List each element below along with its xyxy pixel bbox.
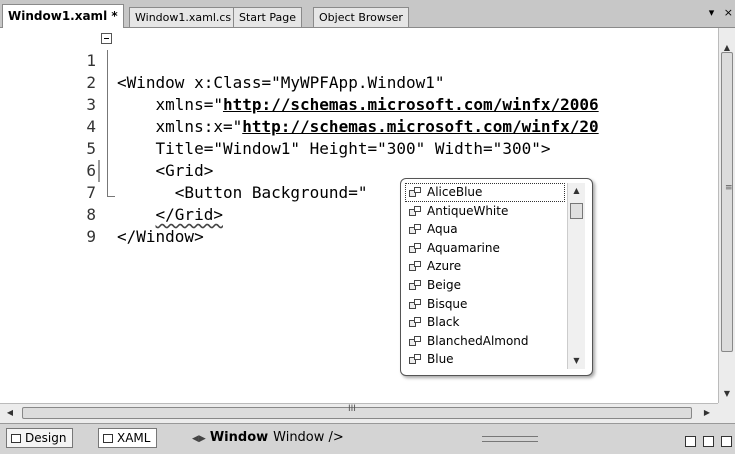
tab-object-browser[interactable]: Object Browser: [313, 7, 409, 27]
property-icon: [409, 242, 421, 253]
intellisense-popup[interactable]: AliceBlue AntiqueWhite Aqua Aquamarine A…: [400, 178, 593, 376]
tab-window1-xaml[interactable]: Window1.xaml *: [2, 4, 124, 28]
property-icon: [409, 261, 421, 272]
code-line: 2 xmlns="http://schemas.microsoft.com/wi…: [0, 50, 718, 114]
swap-panes-icon[interactable]: [721, 436, 732, 447]
tab-controls: ▾ ×: [703, 6, 733, 19]
completion-item[interactable]: Beige: [405, 276, 565, 295]
property-icon: [409, 187, 421, 197]
code-text: </Window>: [117, 227, 204, 246]
grip-icon: III: [348, 404, 356, 414]
completion-item[interactable]: Aqua: [405, 220, 565, 239]
xaml-icon: [103, 434, 113, 443]
scroll-corner: [718, 403, 735, 423]
grip-icon: ≡: [725, 183, 733, 193]
property-icon: [409, 298, 421, 309]
property-icon: [409, 354, 421, 365]
vertical-scrollbar[interactable]: ▲ ≡ ▼: [718, 28, 735, 403]
scroll-down-icon[interactable]: ▼: [568, 353, 585, 369]
breadcrumb-element[interactable]: Window />: [273, 430, 344, 445]
code-line: 6 <Button Background=": [0, 138, 718, 202]
completion-scroll-thumb[interactable]: [570, 203, 583, 219]
property-icon: [409, 205, 421, 216]
completion-scrollbar[interactable]: ▲ ▼: [567, 183, 585, 369]
completion-item[interactable]: AliceBlue: [405, 183, 565, 202]
code-line: 8 </Window>: [0, 182, 718, 246]
code-line: 1 <Window x:Class="MyWPFApp.Window1": [0, 28, 718, 92]
line-number: 9: [86, 227, 96, 246]
view-switch-bar: Design XAML ◀▶ Window Window />: [0, 423, 735, 454]
code-line: 5 <Grid>: [0, 116, 718, 180]
design-icon: [11, 434, 21, 443]
element-breadcrumb: ◀▶ Window Window />: [192, 430, 344, 445]
code-line: 9: [0, 204, 718, 246]
code-line: 3 xmlns:x="http://schemas.microsoft.com/…: [0, 72, 718, 136]
design-view-tab[interactable]: Design: [6, 428, 74, 448]
scroll-up-icon[interactable]: ▲: [568, 183, 585, 199]
vertical-split-icon[interactable]: [684, 436, 696, 447]
xaml-label: XAML: [117, 431, 151, 445]
vertical-scroll-thumb[interactable]: ≡: [721, 52, 733, 352]
horizontal-scrollbar[interactable]: ◀ III ▶: [0, 403, 718, 423]
pane-splitter-handle[interactable]: [482, 436, 538, 442]
completion-list[interactable]: AliceBlue AntiqueWhite Aqua Aquamarine A…: [405, 183, 565, 369]
property-icon: [409, 317, 421, 328]
property-icon: [409, 335, 421, 346]
completion-item[interactable]: Bisque: [405, 295, 565, 314]
completion-item[interactable]: BlanchedAlmond: [405, 332, 565, 351]
xaml-view-tab[interactable]: XAML: [98, 428, 158, 448]
property-icon: [409, 224, 421, 235]
completion-item[interactable]: Aquamarine: [405, 239, 565, 258]
horizontal-scroll-thumb[interactable]: III: [22, 404, 692, 419]
breadcrumb-window[interactable]: Window: [210, 430, 268, 445]
completion-item[interactable]: AntiqueWhite: [405, 202, 565, 221]
xaml-code-editor[interactable]: 1 <Window x:Class="MyWPFApp.Window1" 2 x…: [0, 28, 718, 403]
code-line: 4 Title="Window1" Height="300" Width="30…: [0, 94, 718, 158]
completion-item[interactable]: Black: [405, 313, 565, 332]
completion-item[interactable]: Blue: [405, 350, 565, 369]
horizontal-split-icon[interactable]: [702, 436, 714, 447]
split-view-buttons: [683, 432, 732, 451]
close-icon[interactable]: ×: [724, 6, 733, 19]
tab-window1-xaml-cs[interactable]: Window1.xaml.cs: [129, 7, 238, 27]
tab-dropdown-icon[interactable]: ▾: [709, 6, 715, 19]
breadcrumb-nav-icon[interactable]: ◀▶: [192, 434, 206, 444]
code-line: 7 </Grid>: [0, 160, 718, 224]
property-icon: [409, 279, 421, 290]
tab-start-page[interactable]: Start Page: [233, 7, 302, 27]
completion-item[interactable]: Azure: [405, 257, 565, 276]
document-tab-strip: Window1.xaml * Window1.xaml.cs Start Pag…: [0, 0, 735, 28]
scroll-right-icon[interactable]: ▶: [700, 406, 714, 420]
scroll-left-icon[interactable]: ◀: [3, 406, 17, 420]
scroll-down-icon[interactable]: ▼: [719, 386, 735, 402]
design-label: Design: [25, 431, 67, 445]
